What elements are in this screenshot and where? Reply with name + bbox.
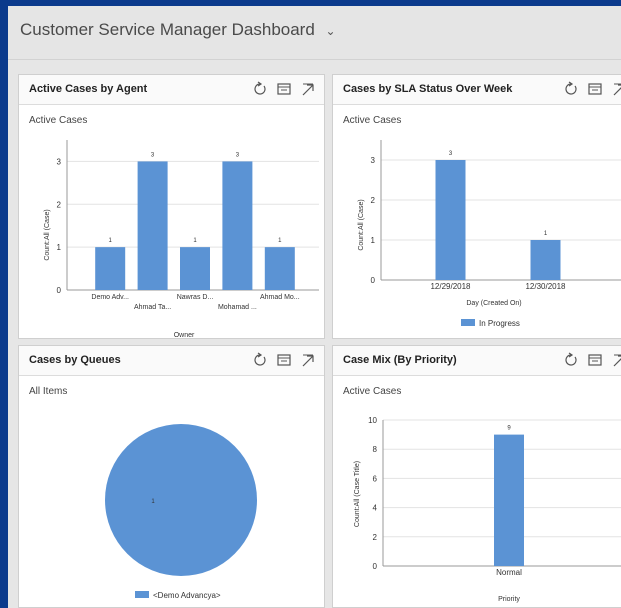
x-tick-label: Ahmad Mo... (260, 294, 300, 301)
data-label: 9 (507, 426, 511, 432)
expand-icon[interactable] (611, 351, 621, 369)
bar (180, 247, 210, 290)
panel-active-cases-by-agent: Active Cases by Agent Active Cases Count… (18, 74, 325, 339)
expand-icon[interactable] (300, 80, 316, 98)
panel-toolbar (563, 351, 621, 371)
y-tick-label: 10 (368, 416, 377, 425)
panel-header: Case Mix (By Priority) (333, 346, 621, 376)
panel-title: Cases by Queues (29, 354, 121, 366)
y-tick-label: 0 (373, 562, 378, 571)
expand-icon[interactable] (300, 351, 316, 369)
refresh-icon[interactable] (563, 351, 579, 369)
bar (530, 240, 561, 280)
bar-chart-active-cases-by-agent: Count:All (Case) Owner 0 1 2 3 1 Demo Adv... 3… (44, 140, 319, 339)
data-label: 3 (151, 152, 155, 158)
chevron-down-icon: ⌄ (325, 23, 336, 38)
panel-title: Active Cases by Agent (29, 83, 148, 95)
panel-toolbar (252, 80, 316, 100)
y-tick-label: 8 (373, 445, 378, 454)
bar (222, 161, 253, 290)
x-tick-label: Normal (496, 568, 522, 577)
y-tick-label: 3 (371, 156, 376, 165)
bar (494, 434, 524, 566)
panel-header: Cases by Queues (19, 346, 324, 376)
y-tick-label: 1 (57, 243, 62, 252)
refresh-icon[interactable] (563, 80, 579, 98)
y-axis-label: Count:All (Case Title) (354, 461, 361, 527)
bar (435, 160, 466, 280)
y-tick-label: 2 (371, 196, 376, 205)
panel-header: Cases by SLA Status Over Week (333, 75, 621, 105)
x-tick-label: Ahmad Ta... (134, 304, 171, 311)
x-tick-label: 12/29/2018 (430, 282, 471, 291)
pie-chart-cases-by-queues: <Demo Advancya> 1 (105, 424, 257, 600)
legend-swatch (461, 319, 475, 326)
panel-toolbar (563, 80, 621, 100)
refresh-icon[interactable] (252, 351, 268, 369)
y-tick-label: 2 (57, 200, 62, 209)
bar (264, 247, 295, 290)
y-tick-label: 3 (57, 157, 62, 166)
x-tick-label: Nawras D... (177, 294, 214, 301)
x-axis-label: Owner (174, 332, 195, 339)
x-tick-label: Demo Adv... (91, 294, 129, 301)
y-tick-label: 4 (373, 504, 378, 513)
bar-chart-sla-status: Count:All (Case) Day (Created On) In Pro… (358, 140, 621, 328)
bar (95, 247, 126, 290)
data-label: 1 (109, 238, 113, 244)
panel-cases-by-queues: Cases by Queues All Items <Demo Advancya… (18, 345, 325, 608)
refresh-icon[interactable] (252, 80, 268, 98)
view-records-icon[interactable] (276, 80, 292, 98)
dashboard-header: Customer Service Manager Dashboard ⌄ (8, 6, 621, 60)
pie-slice (105, 424, 257, 576)
view-records-icon[interactable] (276, 351, 292, 369)
panel-cases-by-sla-status: Cases by SLA Status Over Week Active Cas… (332, 74, 621, 339)
data-label: 3 (236, 152, 240, 158)
dashboard-title: Customer Service Manager Dashboard (20, 20, 315, 39)
view-records-icon[interactable] (587, 351, 603, 369)
data-label: 3 (449, 151, 453, 157)
data-label: 1 (544, 231, 548, 237)
x-tick-label: Mohamad ... (218, 304, 257, 311)
y-tick-label: 0 (371, 276, 376, 285)
legend-label: <Demo Advancya> (153, 591, 221, 600)
y-tick-label: 6 (373, 474, 378, 483)
x-axis-label: Day (Created On) (466, 300, 521, 307)
dashboard-selector[interactable]: Customer Service Manager Dashboard ⌄ (20, 20, 336, 40)
y-tick-label: 2 (373, 533, 378, 542)
dashboard-frame: Customer Service Manager Dashboard ⌄ Act… (8, 6, 621, 608)
legend-label: In Progress (479, 319, 520, 328)
x-axis-label: Priority (498, 596, 520, 603)
x-tick-label: 12/30/2018 (525, 282, 566, 291)
expand-icon[interactable] (611, 80, 621, 98)
y-axis-label: Count:All (Case) (44, 209, 51, 260)
bar (137, 161, 168, 290)
data-label: 1 (278, 238, 282, 244)
panel-title: Cases by SLA Status Over Week (343, 83, 513, 95)
panel-title: Case Mix (By Priority) (343, 354, 457, 366)
data-label: 1 (193, 238, 197, 244)
panel-header: Active Cases by Agent (19, 75, 324, 105)
panel-toolbar (252, 351, 316, 371)
view-records-icon[interactable] (587, 80, 603, 98)
bar-chart-case-mix: Count:All (Case Title) Priority 0 2 4 6 8 10 9… (354, 416, 621, 603)
legend-swatch (135, 591, 149, 598)
panel-case-mix-by-priority: Case Mix (By Priority) Active Cases Coun… (332, 345, 621, 608)
y-axis-label: Count:All (Case) (358, 199, 365, 250)
y-tick-label: 0 (57, 286, 62, 295)
y-tick-label: 1 (371, 236, 376, 245)
